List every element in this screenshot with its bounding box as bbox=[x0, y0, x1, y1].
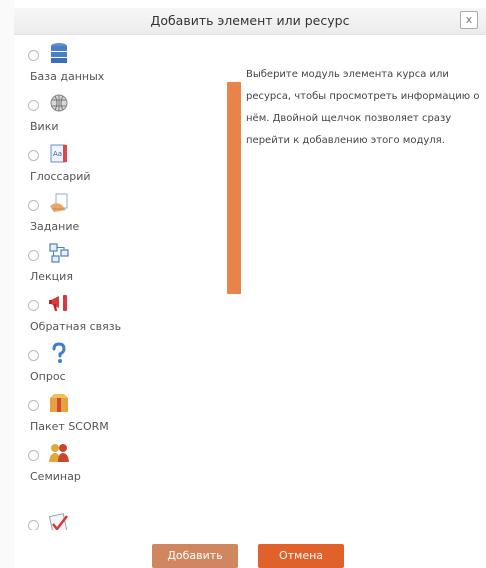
module-list-scrollbar[interactable] bbox=[227, 82, 241, 294]
module-radio[interactable] bbox=[28, 100, 39, 111]
quiz-icon bbox=[48, 513, 68, 530]
module-radio[interactable] bbox=[28, 450, 39, 461]
module-label: Опрос bbox=[30, 370, 66, 383]
database-icon bbox=[51, 43, 67, 63]
lesson-icon bbox=[49, 243, 69, 263]
module-item-glossary[interactable]: Aa Глоссарий bbox=[22, 142, 222, 192]
module-label: Пакет SCORM bbox=[30, 420, 109, 433]
module-radio[interactable] bbox=[28, 400, 39, 411]
dialog-header: Добавить элемент или ресурс x bbox=[14, 8, 486, 35]
feedback-icon bbox=[49, 295, 67, 311]
module-label: База данных bbox=[30, 70, 105, 83]
module-label: Глоссарий bbox=[30, 170, 91, 183]
module-item-database[interactable]: База данных bbox=[22, 42, 222, 92]
module-item-workshop[interactable]: Семинар bbox=[22, 442, 222, 492]
module-item-wiki[interactable]: Вики bbox=[22, 92, 222, 142]
cancel-button[interactable]: Отмена bbox=[258, 544, 344, 568]
module-item-lesson[interactable]: Лекция bbox=[22, 242, 222, 292]
module-item-scorm[interactable]: Пакет SCORM bbox=[22, 392, 222, 442]
add-activity-dialog: Добавить элемент или ресурс x База данны… bbox=[14, 0, 486, 568]
close-button[interactable]: x bbox=[460, 11, 478, 29]
glossary-icon: Aa bbox=[50, 144, 67, 163]
module-radio[interactable] bbox=[28, 300, 39, 311]
module-radio[interactable] bbox=[28, 520, 39, 530]
dialog-title: Добавить элемент или ресурс bbox=[150, 13, 350, 28]
survey-icon bbox=[52, 342, 66, 363]
scorm-package-icon bbox=[50, 394, 68, 412]
module-label: Вики bbox=[30, 120, 59, 133]
module-radio[interactable] bbox=[28, 50, 39, 61]
module-item-assignment[interactable]: Задание bbox=[22, 192, 222, 242]
wiki-icon bbox=[50, 94, 68, 112]
module-item-quiz[interactable] bbox=[22, 512, 222, 530]
module-label: Семинар bbox=[30, 470, 81, 483]
module-radio[interactable] bbox=[28, 350, 39, 361]
module-label: Обратная связь bbox=[30, 320, 122, 333]
svg-text:Aa: Aa bbox=[53, 150, 62, 158]
module-radio[interactable] bbox=[28, 200, 39, 211]
close-icon: x bbox=[465, 13, 473, 26]
assignment-icon bbox=[50, 193, 68, 212]
module-radio[interactable] bbox=[28, 150, 39, 161]
module-label: Задание bbox=[30, 220, 80, 233]
add-button[interactable]: Добавить bbox=[152, 544, 238, 568]
workshop-icon bbox=[49, 444, 69, 462]
module-list: База данных Вики Aa Глоссарий Задание Ле… bbox=[22, 42, 222, 530]
module-description: Выберите модуль элемента курса или ресур… bbox=[246, 69, 480, 146]
module-radio[interactable] bbox=[28, 250, 39, 261]
module-item-feedback[interactable]: Обратная связь bbox=[22, 292, 222, 342]
module-item-survey[interactable]: Опрос bbox=[22, 342, 222, 392]
module-label: Лекция bbox=[30, 270, 73, 283]
